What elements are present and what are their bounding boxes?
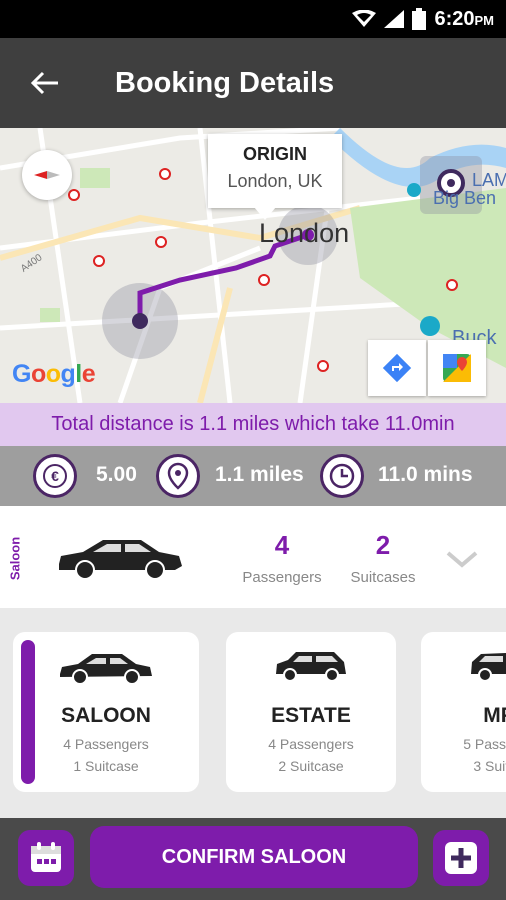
distance-value: 1.1 miles <box>215 463 304 486</box>
confirm-booking-button[interactable]: CONFIRM SALOON <box>90 826 418 888</box>
add-button[interactable] <box>433 830 489 886</box>
vehicle-card-passengers: 5 Passengers <box>463 736 506 752</box>
vehicle-carousel[interactable]: SALOON 4 Passengers 1 Suitcase ESTATE 4 … <box>0 608 506 818</box>
map-label-big-ben: Big Ben <box>433 188 497 208</box>
chevron-down-icon[interactable] <box>446 550 478 568</box>
page-title: Booking Details <box>115 66 335 99</box>
compass-icon <box>34 171 60 179</box>
schedule-button[interactable] <box>18 830 74 886</box>
vehicle-card-name: MPV <box>483 704 506 727</box>
map-label-london: London <box>259 218 350 248</box>
trip-stats: € 5.00 1.1 miles 11.0 mins <box>0 446 506 506</box>
clock-icon <box>320 454 364 498</box>
wifi-icon <box>352 10 377 27</box>
calendar-icon <box>31 842 61 872</box>
google-maps-button[interactable] <box>428 340 486 396</box>
vehicle-card-passengers: 4 Passengers <box>63 736 149 752</box>
route-map[interactable]: ORIGIN London, UK London Big Ben LAM Buc… <box>0 128 506 403</box>
origin-info-window: ORIGIN London, UK <box>208 134 342 208</box>
status-ampm: PM <box>474 12 495 28</box>
origin-location: London, UK <box>227 171 323 191</box>
back-arrow-icon <box>31 71 58 95</box>
plus-icon <box>445 842 477 874</box>
battery-icon <box>412 8 427 30</box>
duration-value: 11.0 mins <box>378 463 473 486</box>
directions-icon <box>382 353 412 383</box>
google-logo: Google <box>12 360 96 388</box>
passengers-count-block: 4 Passengers <box>241 530 323 586</box>
svg-text:€: € <box>51 468 59 484</box>
compass-button[interactable] <box>22 150 72 200</box>
passengers-count: 4 <box>274 530 290 560</box>
origin-title: ORIGIN <box>242 144 307 164</box>
price-value: 5.00 <box>96 463 137 486</box>
vehicle-card-suitcases: 1 Suitcase <box>73 758 139 774</box>
signal-icon <box>384 10 405 28</box>
saloon-card-car-icon <box>60 654 152 685</box>
vehicle-card-estate[interactable]: ESTATE 4 Passengers 2 Suitcase <box>226 632 396 792</box>
vehicle-summary[interactable]: Saloon 4 Passengers 2 Suitcases <box>0 506 506 608</box>
vehicle-card-mpv[interactable]: MPV 5 Passengers 3 Suitcase <box>421 632 506 792</box>
vehicle-card-name: ESTATE <box>271 704 351 727</box>
vehicle-type-label: Saloon <box>7 536 23 581</box>
app-bar: Booking Details <box>0 38 506 128</box>
mpv-card-car-icon <box>471 653 506 682</box>
suitcases-count: 2 <box>375 530 391 560</box>
passengers-label: Passengers <box>242 569 322 586</box>
suitcases-count-block: 2 Suitcases <box>348 530 418 586</box>
map-label-lam: LAM <box>472 170 506 190</box>
status-bar: 6:20PM <box>0 0 506 38</box>
navigate-button[interactable] <box>368 340 426 396</box>
vehicle-card-passengers: 4 Passengers <box>268 736 354 752</box>
bottom-action-bar: CONFIRM SALOON <box>0 818 506 900</box>
back-button[interactable] <box>0 38 90 128</box>
estate-card-car-icon <box>276 652 346 682</box>
google-maps-icon <box>443 354 471 382</box>
saloon-car-icon <box>59 540 182 580</box>
vehicle-card-saloon[interactable]: SALOON 4 Passengers 1 Suitcase <box>13 632 199 792</box>
vehicle-card-name: SALOON <box>61 704 151 727</box>
vehicle-card-suitcases: 2 Suitcase <box>278 758 344 774</box>
distance-summary: Total distance is 1.1 miles which take 1… <box>0 403 506 446</box>
location-pin-icon <box>156 454 200 498</box>
status-time: 6:20 <box>434 7 475 30</box>
euro-icon: € <box>33 454 77 498</box>
vehicle-card-suitcases: 3 Suitcase <box>473 758 506 774</box>
suitcases-label: Suitcases <box>350 569 416 586</box>
